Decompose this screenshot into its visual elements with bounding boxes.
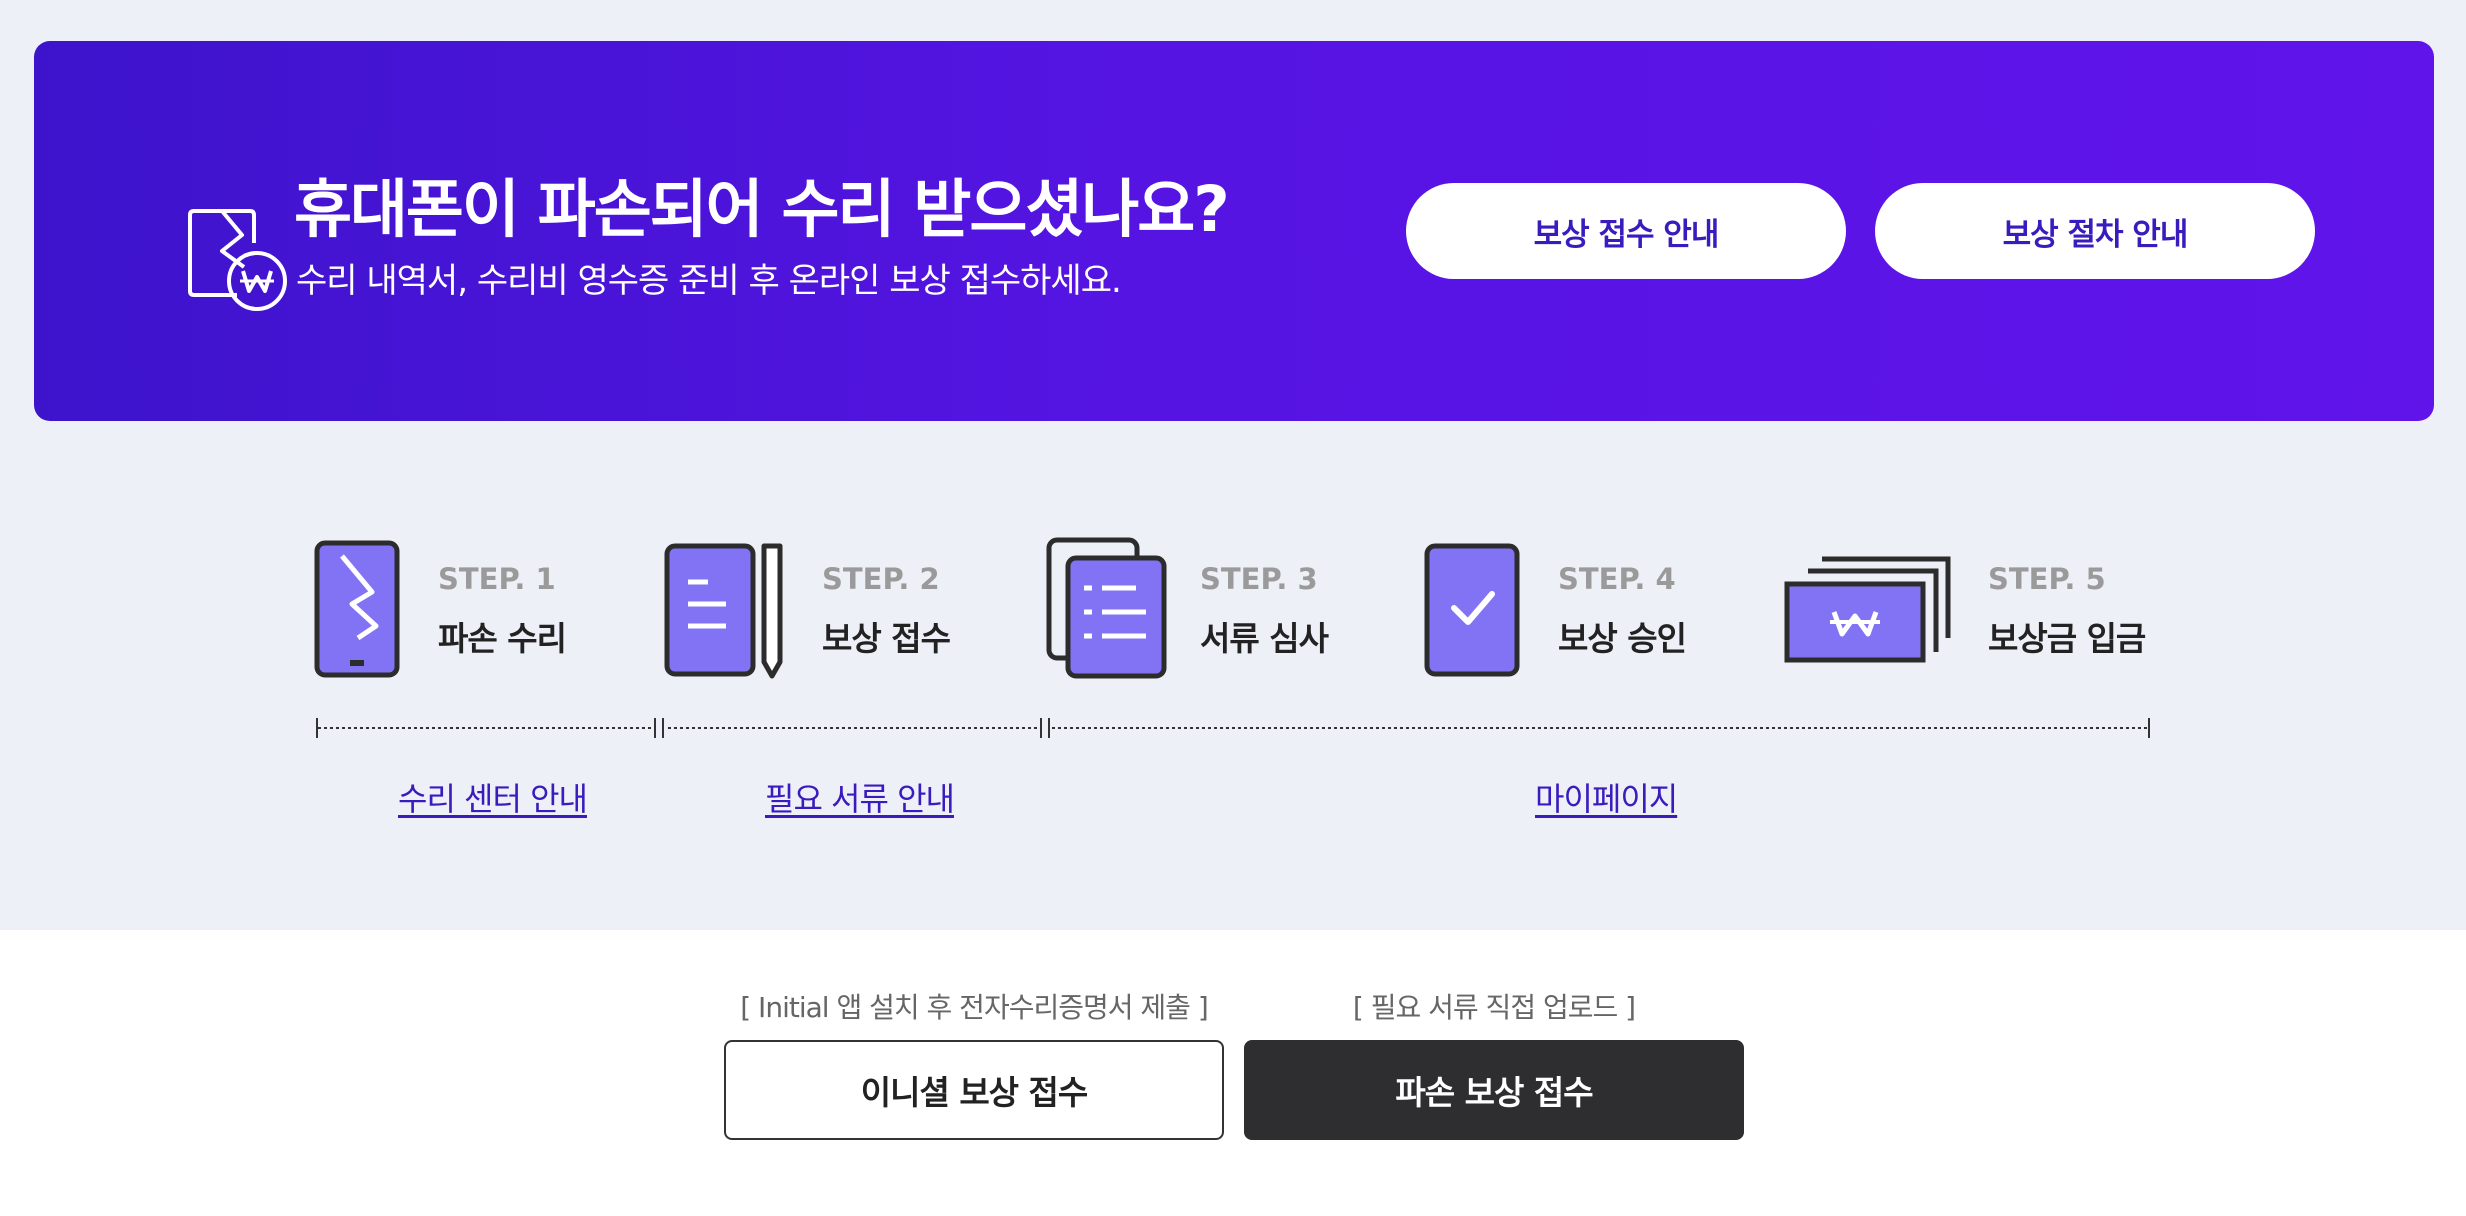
damage-claim-button[interactable]: 파손 보상 접수 xyxy=(1244,1040,1744,1140)
money-stack-icon xyxy=(1784,556,1951,663)
check-tablet-icon xyxy=(1424,543,1520,677)
step-3-number: STEP. 3 xyxy=(1200,562,1318,596)
step-2: STEP. 2 보상 접수 xyxy=(664,530,994,690)
step-3-label: 서류 심사 xyxy=(1200,619,1329,658)
step-3: STEP. 3 서류 심사 xyxy=(1046,530,1376,690)
documents-list-icon xyxy=(1046,537,1167,679)
step-4: STEP. 4 보상 승인 xyxy=(1424,530,1744,690)
repair-center-link[interactable]: 수리 센터 안내 xyxy=(398,774,588,820)
step-4-number: STEP. 4 xyxy=(1558,562,1676,596)
claim-guide-button[interactable]: 보상 접수 안내 xyxy=(1406,183,1846,279)
damage-claim-caption: [ 필요 서류 직접 업로드 ] xyxy=(1352,991,1636,1024)
step-1-label: 파손 수리 xyxy=(438,619,567,658)
step-1-number: STEP. 1 xyxy=(438,562,556,596)
banner-subtitle: 수리 내역서, 수리비 영수증 준비 후 온라인 보상 접수하세요. xyxy=(296,261,1122,301)
step-2-number: STEP. 2 xyxy=(822,562,940,596)
step-1: STEP. 1 파손 수리 xyxy=(314,530,634,690)
step-2-label: 보상 접수 xyxy=(822,619,951,658)
initial-claim-button[interactable]: 이니셜 보상 접수 xyxy=(724,1040,1224,1140)
banner-title: 휴대폰이 파손되어 수리 받으셨나요? xyxy=(294,173,1230,246)
broken-phone-icon xyxy=(314,540,400,678)
broken-phone-won-icon xyxy=(188,209,287,311)
step-5: STEP. 5 보상금 입금 xyxy=(1784,530,2164,690)
step-5-number: STEP. 5 xyxy=(1988,562,2106,596)
hero-banner: 휴대폰이 파손되어 수리 받으셨나요? 수리 내역서, 수리비 영수증 준비 후… xyxy=(34,41,2434,421)
step-4-label: 보상 승인 xyxy=(1558,619,1687,658)
mypage-link[interactable]: 마이페이지 xyxy=(1535,774,1678,820)
required-documents-link[interactable]: 필요 서류 안내 xyxy=(765,774,955,820)
step-5-label: 보상금 입금 xyxy=(1988,619,2146,658)
step-timeline xyxy=(316,718,2150,738)
claim-process-button[interactable]: 보상 절차 안내 xyxy=(1875,183,2315,279)
initial-claim-caption: [ Initial 앱 설치 후 전자수리증명서 제출 ] xyxy=(740,991,1209,1024)
document-pen-icon xyxy=(664,543,783,679)
